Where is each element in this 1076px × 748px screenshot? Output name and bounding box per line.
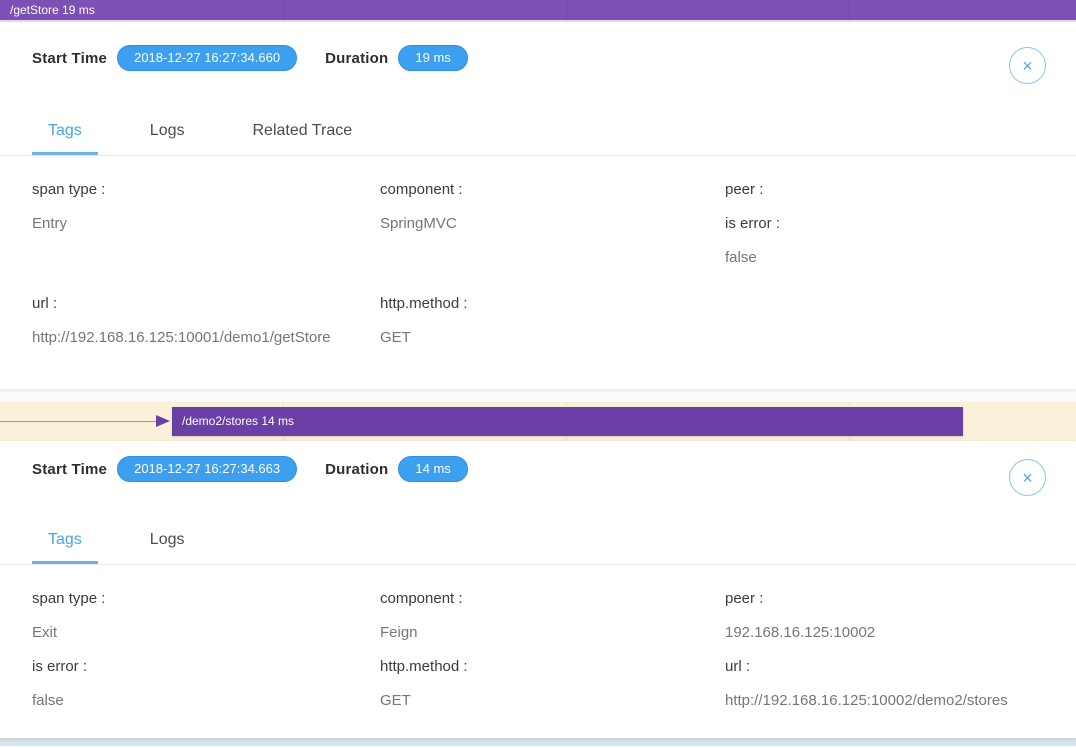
field-label: is error :: [32, 650, 380, 684]
close-button[interactable]: ×: [1009, 47, 1046, 84]
field-value: http://192.168.16.125:10001/demo1/getSto…: [32, 321, 380, 355]
field-value: Exit: [32, 616, 380, 650]
span-link-line: [0, 421, 158, 422]
field-value: 192.168.16.125:10002: [725, 616, 1076, 650]
span-detail-panel-demo2-stores: Start Time 2018-12-27 16:27:34.663 Durat…: [0, 441, 1076, 738]
field-label: http.method :: [380, 650, 725, 684]
field-span-type: span type : Entry: [32, 173, 380, 275]
duration-badge: 14 ms: [398, 456, 467, 482]
field-label: span type :: [32, 173, 380, 207]
field-label: component :: [380, 173, 725, 207]
field-component: component : SpringMVC: [380, 173, 725, 275]
tags-grid: span type : Exit component : Feign peer …: [0, 565, 1076, 718]
timeline-gridline: [566, 0, 567, 20]
field-label: span type :: [32, 582, 380, 616]
start-time-badge: 2018-12-27 16:27:34.663: [117, 456, 297, 482]
close-button[interactable]: ×: [1009, 459, 1046, 496]
field-span-type: span type : Exit: [32, 582, 380, 650]
panel-gap: [0, 389, 1076, 402]
field-empty: [725, 287, 1076, 355]
start-time-label: Start Time: [32, 50, 107, 67]
tab-logs[interactable]: Logs: [134, 528, 201, 564]
detail-tabs: Tags Logs: [0, 528, 1076, 565]
span-detail-header: Start Time 2018-12-27 16:27:34.660 Durat…: [0, 22, 1076, 73]
trace-span-label: /getStore 19 ms: [0, 0, 95, 21]
field-label: peer :: [725, 173, 1076, 207]
span-link-arrow-icon: [156, 415, 170, 427]
field-label: url :: [725, 650, 1076, 684]
span-detail-header: Start Time 2018-12-27 16:27:34.663 Durat…: [0, 441, 1076, 484]
tags-grid: span type : Entry component : SpringMVC …: [0, 156, 1076, 355]
field-label: url :: [32, 287, 380, 321]
field-component: component : Feign: [380, 582, 725, 650]
field-value: http://192.168.16.125:10002/demo2/stores: [725, 684, 1076, 718]
trace-span-bar-getstore[interactable]: /getStore 19 ms: [0, 0, 1076, 22]
field-label: http.method :: [380, 287, 725, 321]
field-is-error: is error : false: [32, 650, 380, 718]
span-detail-panel-getstore: Start Time 2018-12-27 16:27:34.660 Durat…: [0, 22, 1076, 389]
close-icon: ×: [1022, 468, 1033, 488]
tab-related-trace[interactable]: Related Trace: [237, 119, 369, 155]
field-value: false: [32, 684, 380, 718]
field-peer: peer : 192.168.16.125:10002: [725, 582, 1076, 650]
trace-span-label: /demo2/stores 14 ms: [172, 407, 294, 436]
field-value: Feign: [380, 616, 725, 650]
trace-timeline-band: /demo2/stores 14 ms: [0, 402, 1076, 441]
duration-label: Duration: [325, 50, 388, 67]
field-value: false: [725, 241, 1076, 275]
field-label: peer :: [725, 582, 1076, 616]
timeline-gridline: [849, 0, 850, 20]
trace-detail-screen: /getStore 19 ms Start Time 2018-12-27 16…: [0, 0, 1076, 748]
start-time-label: Start Time: [32, 461, 107, 478]
field-value: Entry: [32, 207, 380, 241]
trace-span-bar-demo2-stores[interactable]: /demo2/stores 14 ms: [172, 407, 963, 436]
start-time-badge: 2018-12-27 16:27:34.660: [117, 45, 297, 71]
duration-badge: 19 ms: [398, 45, 467, 71]
field-peer-and-is-error: peer : is error : false: [725, 173, 1076, 275]
bottom-strip: [0, 738, 1076, 746]
timeline-gridline: [283, 0, 284, 20]
field-http-method: http.method : GET: [380, 650, 725, 718]
field-value: GET: [380, 321, 725, 355]
duration-label: Duration: [325, 461, 388, 478]
field-value: GET: [380, 684, 725, 718]
field-label: component :: [380, 582, 725, 616]
close-icon: ×: [1022, 56, 1033, 76]
field-label: is error :: [725, 207, 1076, 241]
tab-logs[interactable]: Logs: [134, 119, 201, 155]
field-url: url : http://192.168.16.125:10001/demo1/…: [32, 287, 380, 355]
field-value: SpringMVC: [380, 207, 725, 241]
field-http-method: http.method : GET: [380, 287, 725, 355]
tab-tags[interactable]: Tags: [32, 528, 98, 564]
tab-tags[interactable]: Tags: [32, 119, 98, 155]
detail-tabs: Tags Logs Related Trace: [0, 119, 1076, 156]
field-url: url : http://192.168.16.125:10002/demo2/…: [725, 650, 1076, 718]
